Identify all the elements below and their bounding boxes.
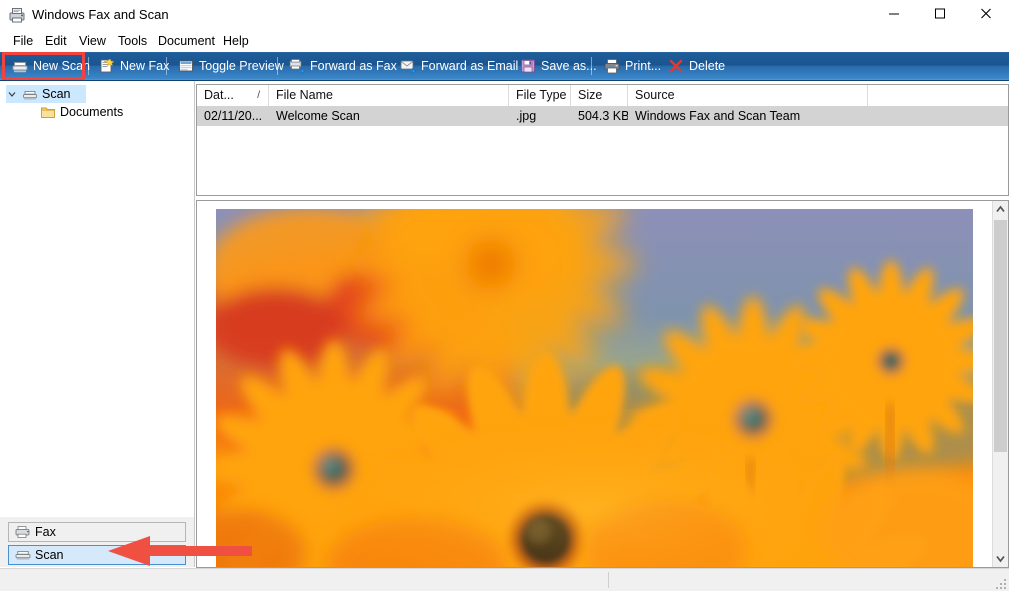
column-header-file-name[interactable]: File Name xyxy=(269,85,509,106)
cell-date: 02/11/20... xyxy=(204,109,263,123)
new-fax-icon xyxy=(99,58,115,74)
new-scan-label: New Scan xyxy=(33,59,90,73)
column-header-source[interactable]: Source xyxy=(628,85,868,106)
menu-item-tools[interactable]: Tools xyxy=(111,32,154,50)
forward-as-email-label: Forward as Email xyxy=(421,59,519,73)
new-fax-button[interactable]: New Fax xyxy=(93,54,175,78)
toolbar-separator-4 xyxy=(591,57,592,75)
menu-item-help[interactable]: Help xyxy=(216,32,256,50)
toolbar-separator-1 xyxy=(88,57,89,75)
preview-viewport xyxy=(197,201,992,567)
chevron-down-icon[interactable] xyxy=(6,88,18,100)
toggle-preview-label: Toggle Preview xyxy=(199,59,284,73)
toggle-preview-button[interactable]: Toggle Preview xyxy=(172,54,290,78)
window-title: Windows Fax and Scan xyxy=(32,7,169,22)
scanner-icon xyxy=(12,58,28,74)
close-button[interactable] xyxy=(963,0,1009,30)
status-bar-divider xyxy=(608,572,609,588)
forward-as-email-icon xyxy=(400,58,416,75)
forward-as-email-button[interactable]: Forward as Email xyxy=(394,54,524,78)
fax-printer-icon xyxy=(8,6,26,24)
print-button[interactable]: Print... xyxy=(598,54,667,78)
nav-button-scan-label: Scan xyxy=(35,548,64,562)
nav-button-scan[interactable]: Scan xyxy=(8,545,186,565)
scroll-up-button[interactable] xyxy=(993,201,1008,218)
sort-indicator: / xyxy=(257,90,260,101)
tree-item-documents-label: Documents xyxy=(60,105,124,119)
column-header-date-label: Dat... xyxy=(204,88,234,102)
forward-as-fax-button[interactable]: Forward as Fax xyxy=(283,54,403,78)
new-fax-label: New Fax xyxy=(120,59,170,73)
table-row[interactable]: 02/11/20... Welcome Scan .jpg 504.3 KB W… xyxy=(197,106,1008,126)
column-header-size[interactable]: Size xyxy=(571,85,628,106)
file-list-pane: Dat... / File Name File Type Size Source… xyxy=(196,84,1009,196)
title-bar: Windows Fax and Scan xyxy=(0,0,1009,30)
delete-button[interactable]: Delete xyxy=(662,54,731,78)
delete-label: Delete xyxy=(689,59,726,73)
tree-item-scan[interactable]: Scan xyxy=(6,85,86,103)
windows-fax-and-scan-window: Windows Fax and Scan File Edit View Tool… xyxy=(0,0,1009,591)
maximize-button[interactable] xyxy=(917,0,963,30)
minimize-button[interactable] xyxy=(871,0,917,30)
folder-icon xyxy=(40,104,56,120)
file-list-header: Dat... / File Name File Type Size Source xyxy=(197,85,1008,107)
close-icon xyxy=(980,8,992,23)
forward-as-fax-icon xyxy=(289,58,305,75)
menu-item-view[interactable]: View xyxy=(72,32,113,50)
printer-icon xyxy=(604,58,620,74)
minimize-icon xyxy=(888,8,900,23)
toolbar: New Scan New Fax Toggle Preview Forward … xyxy=(0,52,1009,81)
maximize-icon xyxy=(934,8,946,23)
cell-file-name: Welcome Scan xyxy=(276,109,360,123)
menu-item-file[interactable]: File xyxy=(6,32,40,50)
scroll-down-button[interactable] xyxy=(993,550,1008,567)
fax-icon xyxy=(15,525,31,539)
forward-as-fax-label: Forward as Fax xyxy=(310,59,397,73)
menu-bar: File Edit View Tools Document Help xyxy=(0,30,1009,52)
floppy-save-icon xyxy=(520,58,536,74)
scanned-image-preview xyxy=(216,209,973,567)
menu-item-edit[interactable]: Edit xyxy=(38,32,74,50)
preview-vertical-scrollbar[interactable] xyxy=(992,201,1008,567)
folder-tree-pane: Scan Documents xyxy=(0,81,195,517)
print-label: Print... xyxy=(625,59,662,73)
nav-button-fax-label: Fax xyxy=(35,525,56,539)
scanner-icon xyxy=(22,86,38,102)
cell-file-type: .jpg xyxy=(516,109,537,123)
toolbar-separator-2 xyxy=(166,57,167,75)
nav-pane: Fax Scan xyxy=(0,517,195,567)
column-header-file-type[interactable]: File Type xyxy=(509,85,571,106)
save-as-label: Save as... xyxy=(541,59,597,73)
nav-button-fax[interactable]: Fax xyxy=(8,522,186,542)
preview-pane xyxy=(196,200,1009,568)
red-x-delete-icon xyxy=(668,58,684,74)
cell-source: Windows Fax and Scan Team xyxy=(635,109,801,123)
scrollbar-thumb[interactable] xyxy=(994,220,1007,452)
new-scan-button[interactable]: New Scan xyxy=(6,54,96,78)
resize-grip[interactable] xyxy=(994,577,1006,589)
tree-item-scan-label: Scan xyxy=(42,87,71,101)
save-as-button[interactable]: Save as... xyxy=(514,54,603,78)
tree-item-documents[interactable]: Documents xyxy=(40,103,160,121)
flower-photo xyxy=(216,209,973,567)
toggle-preview-icon xyxy=(178,58,194,74)
cell-size: 504.3 KB xyxy=(578,109,628,123)
scanner-icon xyxy=(15,548,31,562)
column-header-date[interactable]: Dat... / xyxy=(197,85,269,106)
status-bar xyxy=(0,568,1009,591)
toolbar-separator-3 xyxy=(277,57,278,75)
menu-item-document[interactable]: Document xyxy=(151,32,222,50)
